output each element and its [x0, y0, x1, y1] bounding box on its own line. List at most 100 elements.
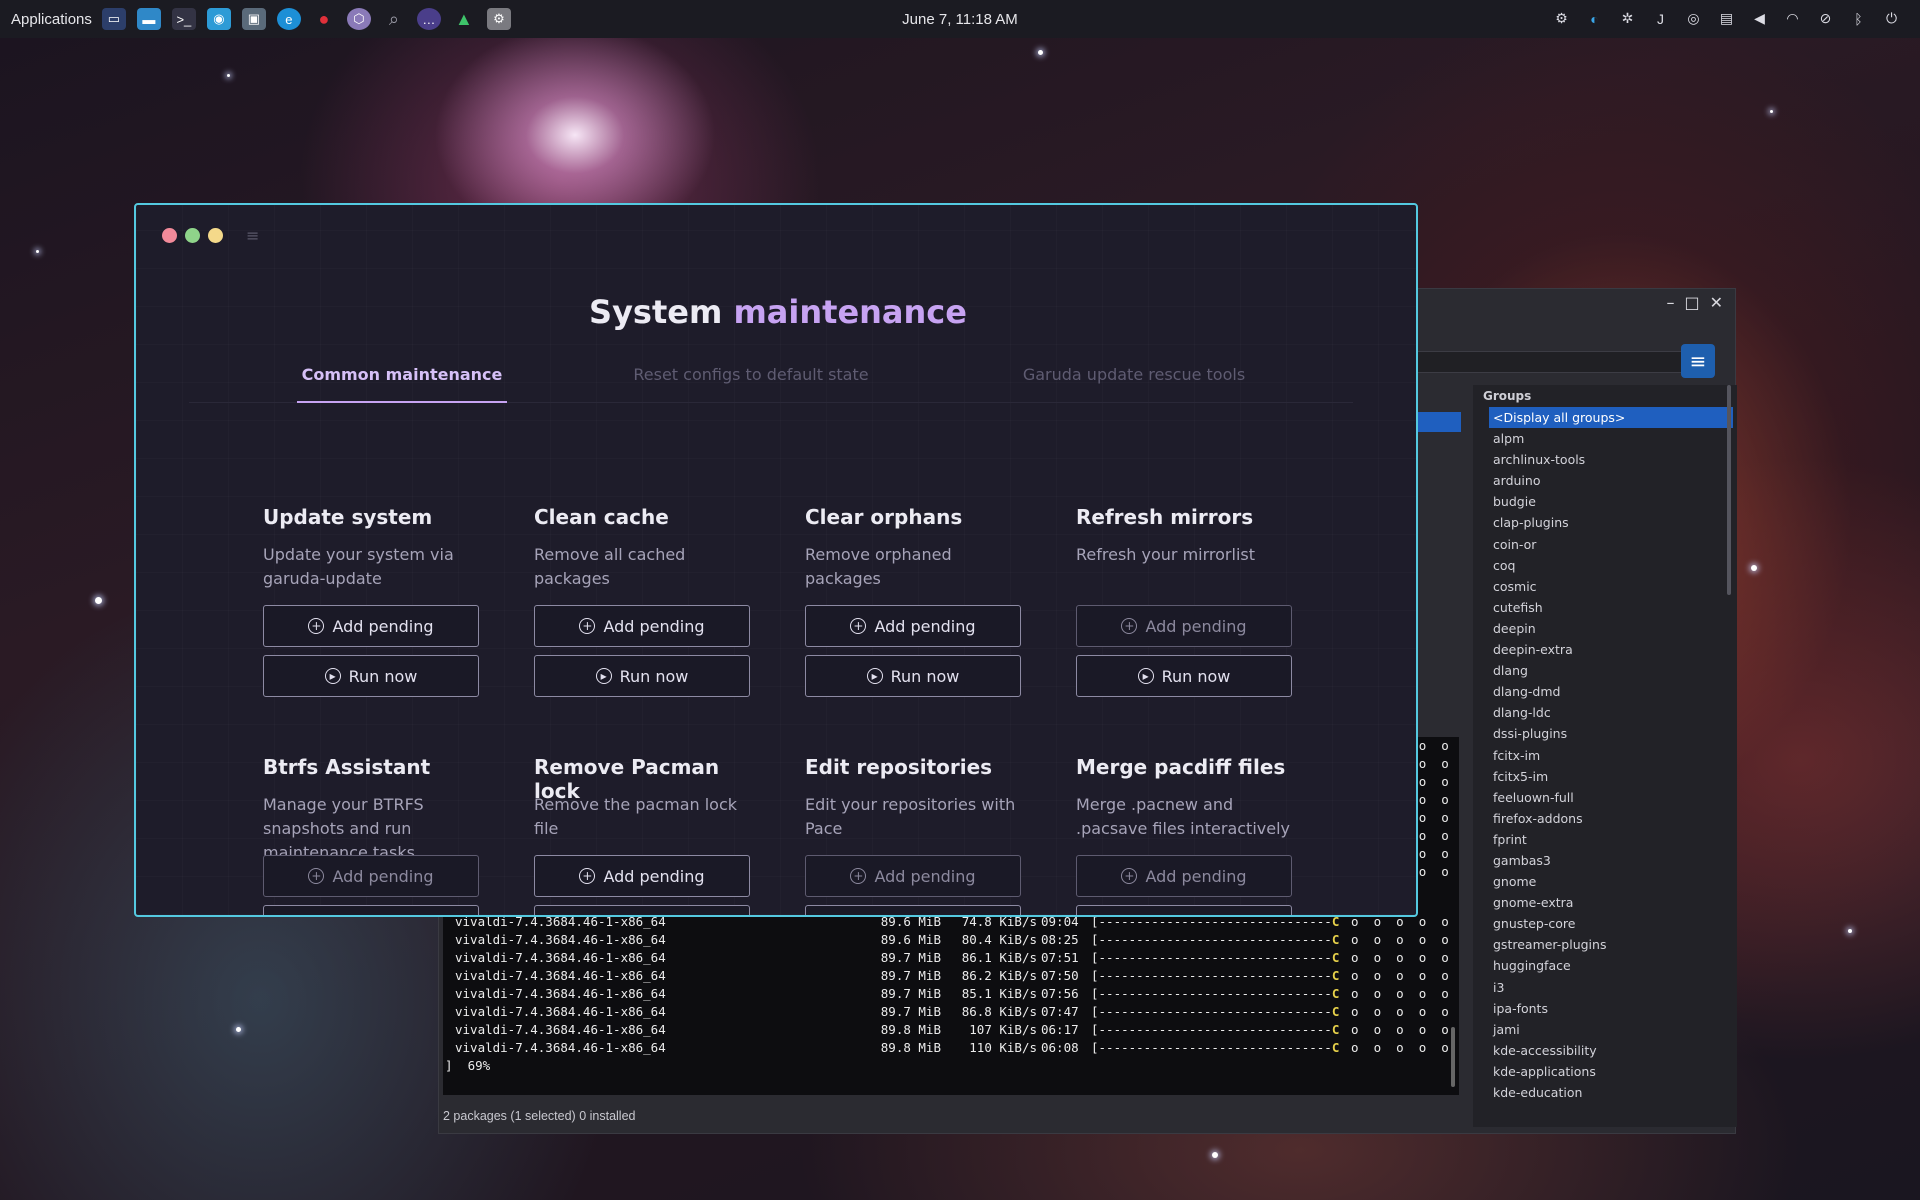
tab-common-maintenance[interactable]: Common maintenance: [297, 353, 507, 403]
progress-dots: o o o o o: [1351, 986, 1449, 1001]
group-item[interactable]: gambas3: [1489, 850, 1737, 871]
group-item[interactable]: jami: [1489, 1019, 1737, 1040]
edge-icon[interactable]: ◐: [1584, 8, 1605, 29]
download-size: 89.8 MiB: [880, 1040, 941, 1055]
group-item[interactable]: <Display all groups>: [1489, 407, 1733, 429]
eta: 06:17: [1041, 1022, 1079, 1037]
group-item[interactable]: gstreamer-plugins: [1489, 934, 1737, 955]
groups-scrollbar[interactable]: [1727, 385, 1731, 595]
group-item[interactable]: dlang-ldc: [1489, 702, 1737, 723]
power-icon[interactable]: ⏻: [1881, 8, 1902, 29]
group-item[interactable]: gnustep-core: [1489, 913, 1737, 934]
groups-list: Groups <Display all groups> alpm archlinux…: [1473, 385, 1737, 1127]
cherry-icon[interactable]: ●: [312, 8, 336, 30]
group-item[interactable]: feeluown-full: [1489, 787, 1737, 808]
java-icon[interactable]: J: [1650, 8, 1671, 29]
run-now-button[interactable]: [1076, 905, 1292, 915]
add-pending-button[interactable]: + Add pending: [263, 855, 479, 897]
button-label: Add pending: [874, 616, 976, 636]
group-item[interactable]: huggingface: [1489, 955, 1737, 976]
close-icon[interactable]: ✕: [1710, 293, 1723, 312]
group-item[interactable]: i3: [1489, 977, 1737, 998]
garuda-icon[interactable]: ⬡: [346, 8, 371, 30]
add-pending-button[interactable]: + Add pending: [534, 605, 750, 647]
bluetooth-icon[interactable]: ᛒ: [1848, 8, 1869, 29]
group-item[interactable]: coq: [1489, 555, 1737, 576]
applications-menu[interactable]: Applications: [0, 11, 102, 28]
add-pending-button[interactable]: + Add pending: [805, 605, 1021, 647]
edge-browser-icon[interactable]: e: [276, 8, 301, 30]
clipboard-icon[interactable]: ▤: [1716, 8, 1737, 29]
title-main: System: [589, 293, 734, 331]
wifi-icon[interactable]: ◠: [1782, 8, 1803, 29]
close-dot-icon[interactable]: [162, 228, 177, 243]
console-icon[interactable]: >_: [171, 8, 196, 30]
group-item[interactable]: deepin-extra: [1489, 639, 1737, 660]
run-now-button[interactable]: [263, 905, 479, 915]
tab-reset-configs[interactable]: Reset configs to default state: [581, 353, 921, 403]
group-item[interactable]: clap-plugins: [1489, 512, 1737, 533]
add-pending-button[interactable]: + Add pending: [1076, 855, 1292, 897]
image-viewer-icon[interactable]: ▣: [241, 8, 266, 30]
group-item[interactable]: ipa-fonts: [1489, 998, 1737, 1019]
group-item[interactable]: arduino: [1489, 470, 1737, 491]
group-item[interactable]: dssi-plugins: [1489, 723, 1737, 744]
add-pending-button[interactable]: + Add pending: [805, 855, 1021, 897]
search-icon[interactable]: ⌕: [382, 8, 406, 30]
network-tool-icon[interactable]: ✲: [1617, 8, 1638, 29]
run-now-button[interactable]: ▸ Run now: [534, 655, 750, 697]
screenshot-icon[interactable]: ◉: [206, 8, 231, 30]
volume-icon[interactable]: ◀: [1749, 8, 1770, 29]
tab-garuda-rescue-tools[interactable]: Garuda update rescue tools: [989, 353, 1279, 403]
group-item[interactable]: alpm: [1489, 428, 1737, 449]
gear-icon[interactable]: ⚙: [1551, 8, 1572, 29]
menu-button[interactable]: ≡: [1681, 344, 1715, 378]
ghost-icon[interactable]: ▲: [452, 8, 476, 30]
terminal-icon[interactable]: ▭: [101, 8, 126, 30]
group-item[interactable]: gnome-extra: [1489, 892, 1737, 913]
chat-icon[interactable]: …: [416, 8, 441, 30]
card-description: Merge .pacnew and .pacsave files interac…: [1076, 795, 1290, 838]
system-maintenance-window: ≡ System maintenance Common maintenance …: [134, 203, 1418, 917]
notification-off-icon[interactable]: ⊘: [1815, 8, 1836, 29]
group-item[interactable]: cosmic: [1489, 576, 1737, 597]
run-now-button[interactable]: [534, 905, 750, 915]
add-pending-button[interactable]: + Add pending: [263, 605, 479, 647]
group-item[interactable]: kde-education: [1489, 1082, 1737, 1103]
run-now-button[interactable]: [805, 905, 1021, 915]
maximize-dot-icon[interactable]: [185, 228, 200, 243]
terminal-line: vivaldi-7.4.3684.46-1-x86_64 89.7 MiB 86.1…: [443, 949, 1459, 967]
group-item[interactable]: cutefish: [1489, 597, 1737, 618]
group-item[interactable]: fprint: [1489, 829, 1737, 850]
button-label: Run now: [1161, 666, 1231, 686]
group-item[interactable]: gnome: [1489, 871, 1737, 892]
group-item[interactable]: firefox-addons: [1489, 808, 1737, 829]
minimize-icon[interactable]: –: [1666, 293, 1674, 312]
star: [236, 1027, 241, 1032]
group-item[interactable]: dlang: [1489, 660, 1737, 681]
group-item[interactable]: deepin: [1489, 618, 1737, 639]
hamburger-icon[interactable]: ≡: [246, 226, 259, 245]
files-icon[interactable]: ▬: [136, 8, 161, 30]
group-item[interactable]: fcitx-im: [1489, 745, 1737, 766]
add-pending-button[interactable]: + Add pending: [1076, 605, 1292, 647]
add-pending-button[interactable]: + Add pending: [534, 855, 750, 897]
launcher-bar: ▭ ▬ >_ ◉ ▣ e ● ⬡ ⌕ … ▲ ⚙: [101, 8, 511, 30]
minimize-dot-icon[interactable]: [208, 228, 223, 243]
maximize-icon[interactable]: □: [1684, 293, 1699, 312]
group-item[interactable]: archlinux-tools: [1489, 449, 1737, 470]
settings-icon[interactable]: ⚙: [486, 8, 511, 30]
group-item[interactable]: budgie: [1489, 491, 1737, 512]
disk-icon[interactable]: ◎: [1683, 8, 1704, 29]
group-item[interactable]: kde-applications: [1489, 1061, 1737, 1082]
group-item[interactable]: coin-or: [1489, 534, 1737, 555]
group-item[interactable]: fcitx5-im: [1489, 766, 1737, 787]
run-now-button[interactable]: ▸ Run now: [805, 655, 1021, 697]
package-name: vivaldi-7.4.3684.46-1-x86_64: [455, 1040, 666, 1055]
run-now-button[interactable]: ▸ Run now: [263, 655, 479, 697]
card-refresh-mirrors: Refresh mirrors Refresh your mirrorlist …: [1076, 505, 1292, 697]
group-item[interactable]: dlang-dmd: [1489, 681, 1737, 702]
group-item[interactable]: kde-accessibility: [1489, 1040, 1737, 1061]
run-now-button[interactable]: ▸ Run now: [1076, 655, 1292, 697]
button-label: Add pending: [1145, 866, 1247, 886]
